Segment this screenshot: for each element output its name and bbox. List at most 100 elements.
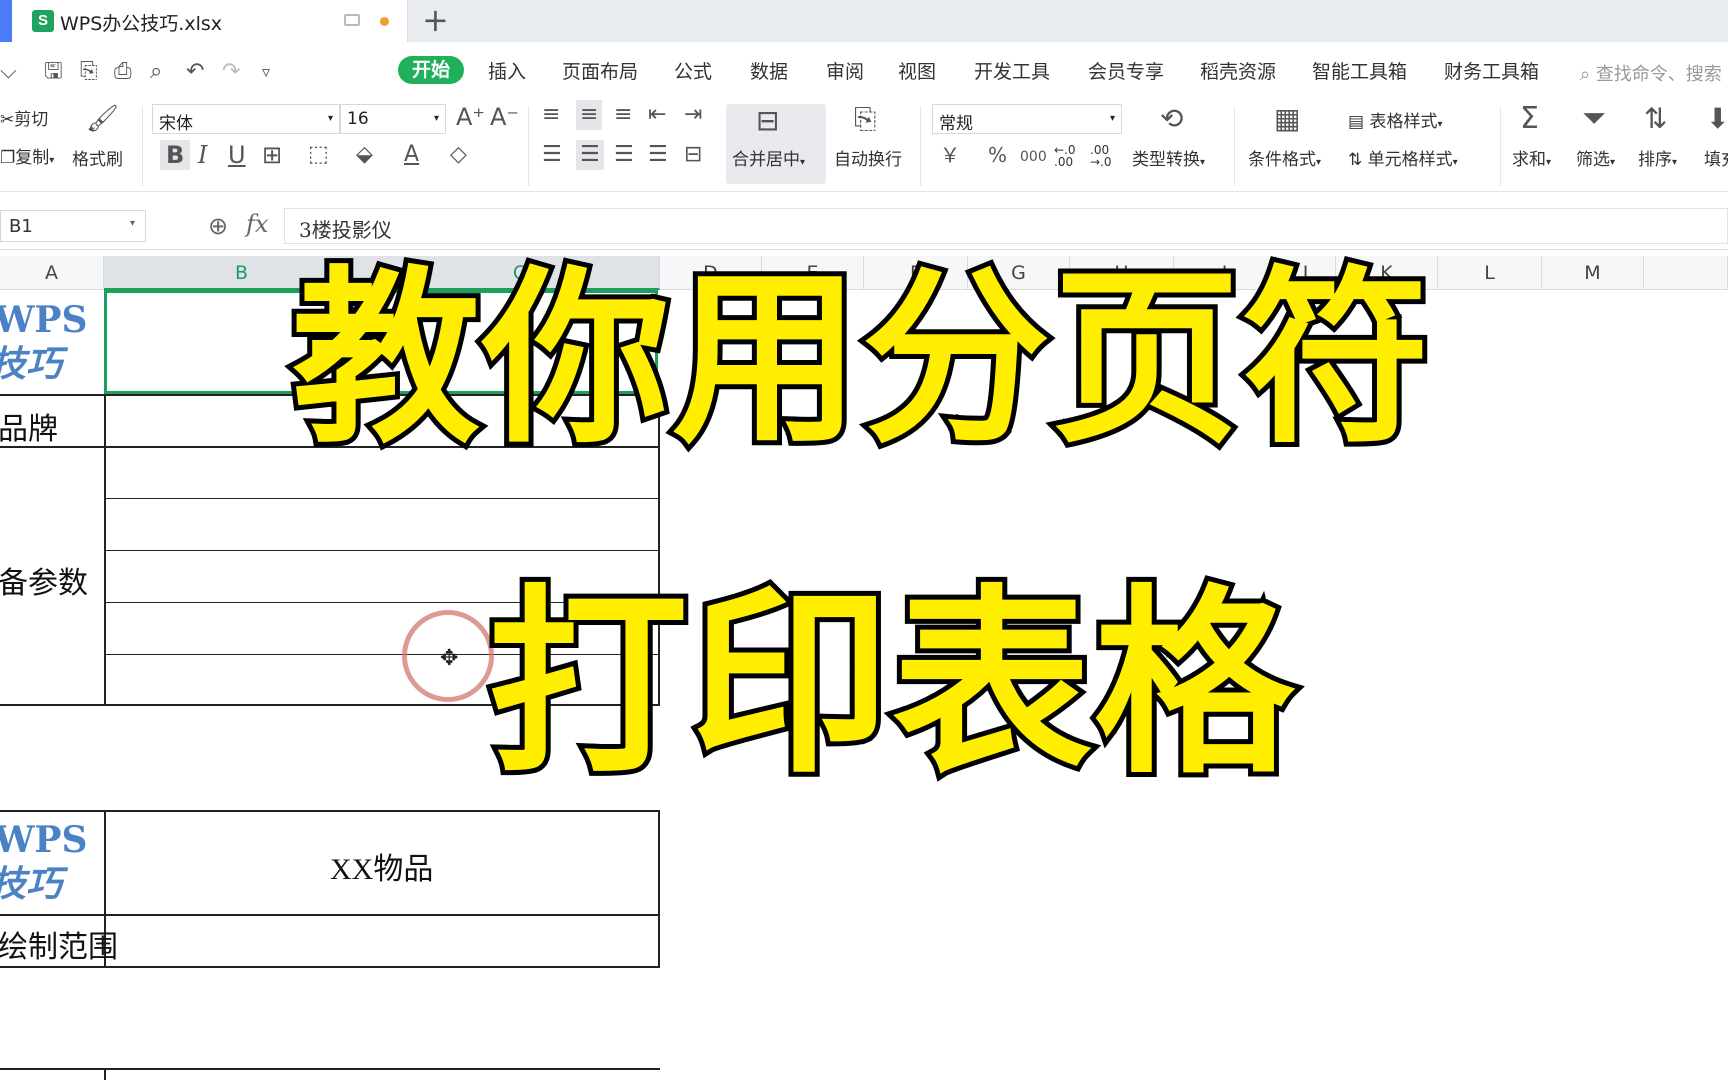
number-format-select[interactable]: 常规 ▾ [932, 104, 1122, 134]
tab-formulas[interactable]: 公式 [674, 60, 712, 84]
table-style-icon: ▤ [1348, 112, 1370, 132]
align-center-icon[interactable]: ☰ [576, 140, 604, 170]
wps-logo-text: WPS [0, 299, 88, 341]
formula-input[interactable]: 3楼投影仪 [284, 208, 1728, 244]
chevron-down-icon[interactable]: ▾ [130, 218, 135, 229]
grid-line [0, 810, 660, 812]
chevron-down-icon: ▾ [433, 113, 439, 124]
undo-icon[interactable]: ↶ [186, 59, 204, 85]
decrease-indent-icon[interactable]: ⇤ [648, 100, 666, 130]
save-icon[interactable]: 🖫 [44, 59, 63, 85]
grid-line [104, 498, 660, 499]
tab-docer[interactable]: 稻壳资源 [1200, 60, 1276, 84]
wps-spreadsheet-window: S WPS办公技巧.xlsx + ⌵ 🖫 ⎘ ⎙ ⌕ ↶ ↷ ▿ 开始 插入 页… [0, 0, 1728, 1080]
wrap-text-icon: ⎘ [854, 102, 877, 135]
wps-logo-text: 技巧 [0, 343, 63, 385]
tab-smart-toolbox[interactable]: 智能工具箱 [1312, 60, 1407, 84]
decrease-font-icon[interactable]: A⁻ [490, 102, 519, 132]
sort-button[interactable]: 排序▾ [1638, 150, 1677, 173]
eraser-icon[interactable]: ◇ [450, 140, 467, 170]
filter-button[interactable]: 筛选▾ [1576, 150, 1615, 173]
column-header-m[interactable]: M [1542, 256, 1644, 290]
search-icon: ⌕ [1580, 64, 1596, 85]
document-tab[interactable]: S WPS办公技巧.xlsx [0, 0, 408, 42]
new-tab-button[interactable]: + [422, 2, 449, 38]
cut-button[interactable]: ✂剪切 [0, 110, 48, 130]
distributed-icon[interactable]: ⊟ [684, 140, 702, 170]
cell-fill-icon[interactable]: ⬚ [308, 140, 329, 170]
font-name-select[interactable]: 宋体 ▾ [152, 104, 340, 134]
tab-developer[interactable]: 开发工具 [974, 60, 1050, 84]
type-convert-button[interactable]: 类型转换▾ [1132, 150, 1205, 173]
currency-icon[interactable]: ￥ [940, 140, 960, 170]
customize-icon[interactable]: ▿ [262, 59, 270, 85]
tab-page-layout[interactable]: 页面布局 [562, 60, 638, 84]
align-right-icon[interactable]: ☰ [614, 140, 634, 170]
grid-line [104, 550, 660, 551]
sum-button[interactable]: 求和▾ [1512, 150, 1551, 173]
column-header-l[interactable]: L [1438, 256, 1542, 290]
merge-cells-icon: ⊟ [756, 104, 780, 137]
align-top-icon[interactable]: ≡ [542, 100, 560, 130]
merge-center-button[interactable]: ⊟ 合并居中▾ [726, 104, 826, 184]
tab-insert[interactable]: 插入 [488, 60, 526, 84]
thousands-separator-icon[interactable]: 000 [1020, 142, 1047, 172]
cell-style-button[interactable]: ⇅ 单元格样式▾ [1348, 150, 1458, 173]
tab-home[interactable]: 开始 [398, 56, 465, 84]
align-left-icon[interactable]: ☰ [542, 140, 562, 170]
justify-icon[interactable]: ☰ [648, 140, 668, 170]
percent-icon[interactable]: % [988, 140, 1007, 170]
sort-icon: ⇅ [1644, 102, 1668, 135]
tab-view[interactable]: 视图 [898, 60, 936, 84]
fill-color-icon[interactable]: ⬙ [356, 140, 373, 170]
decrease-decimal-icon[interactable]: .00 →.0 [1090, 144, 1120, 168]
increase-decimal-icon[interactable]: ←.0 .00 [1054, 144, 1084, 168]
unsaved-indicator [380, 17, 389, 26]
tab-data[interactable]: 数据 [750, 60, 788, 84]
border-icon[interactable]: ⊞ [262, 140, 282, 170]
redo-icon[interactable]: ↷ [222, 59, 240, 85]
filter-icon: ⏷ [1582, 101, 1606, 136]
align-middle-icon[interactable]: ≡ [576, 100, 603, 130]
chevron-down-icon[interactable]: ⌵ [0, 59, 17, 85]
grid-line [0, 966, 660, 968]
table-style-button[interactable]: ▤ 表格样式▾ [1348, 112, 1443, 135]
copy-label: 复制 [15, 148, 50, 168]
cell-a3: 设备参数 [0, 567, 88, 600]
fill-button[interactable]: 填充 [1704, 150, 1728, 170]
cursor-icon: ✥ [440, 646, 459, 671]
export-icon[interactable]: ⎘ [80, 59, 98, 85]
tab-review[interactable]: 审阅 [826, 60, 864, 84]
tab-finance-toolbox[interactable]: 财务工具箱 [1444, 60, 1539, 84]
format-painter-button[interactable]: 格式刷 [72, 150, 123, 170]
scissors-icon: ✂ [0, 110, 15, 130]
column-header-a[interactable]: A [0, 256, 104, 290]
screen-icon[interactable] [344, 14, 360, 26]
command-search[interactable]: ⌕ 查找命令、搜索 [1580, 60, 1722, 86]
increase-font-icon[interactable]: A⁺ [456, 102, 485, 132]
zoom-icon[interactable]: ⊕ [208, 212, 228, 240]
function-icon[interactable]: fx [246, 210, 268, 238]
font-color-icon[interactable]: A [404, 140, 419, 170]
spreadsheet-icon: S [32, 10, 54, 32]
wrap-text-button[interactable]: 自动换行 [834, 150, 902, 170]
print-icon[interactable]: ⎙ [114, 59, 132, 85]
bold-button[interactable]: B [160, 140, 191, 170]
conditional-format-button[interactable]: 条件格式▾ [1248, 150, 1321, 173]
ribbon-divider [920, 106, 921, 186]
align-bottom-icon[interactable]: ≡ [614, 100, 632, 130]
copy-button[interactable]: ❐复制▾ [0, 148, 54, 171]
column-header-blank [1644, 256, 1728, 290]
underline-button[interactable]: U [228, 140, 246, 170]
name-box[interactable]: B1 [0, 210, 146, 242]
increase-indent-icon[interactable]: ⇥ [684, 100, 702, 130]
print-preview-icon[interactable]: ⌕ [150, 59, 162, 85]
menu-bar: ⌵ 🖫 ⎘ ⎙ ⌕ ↶ ↷ ▿ 开始 插入 页面布局 公式 数据 审阅 视图 开… [0, 42, 1728, 100]
chevron-down-icon: ▾ [1109, 113, 1115, 124]
italic-button[interactable]: I [198, 140, 207, 170]
cell-a2: 品牌 [0, 413, 58, 446]
tab-member[interactable]: 会员专享 [1088, 60, 1164, 84]
font-size-select[interactable]: 16 ▾ [340, 104, 446, 134]
cell-a9: 绘制范围 [0, 931, 118, 964]
grid-line [658, 810, 660, 968]
